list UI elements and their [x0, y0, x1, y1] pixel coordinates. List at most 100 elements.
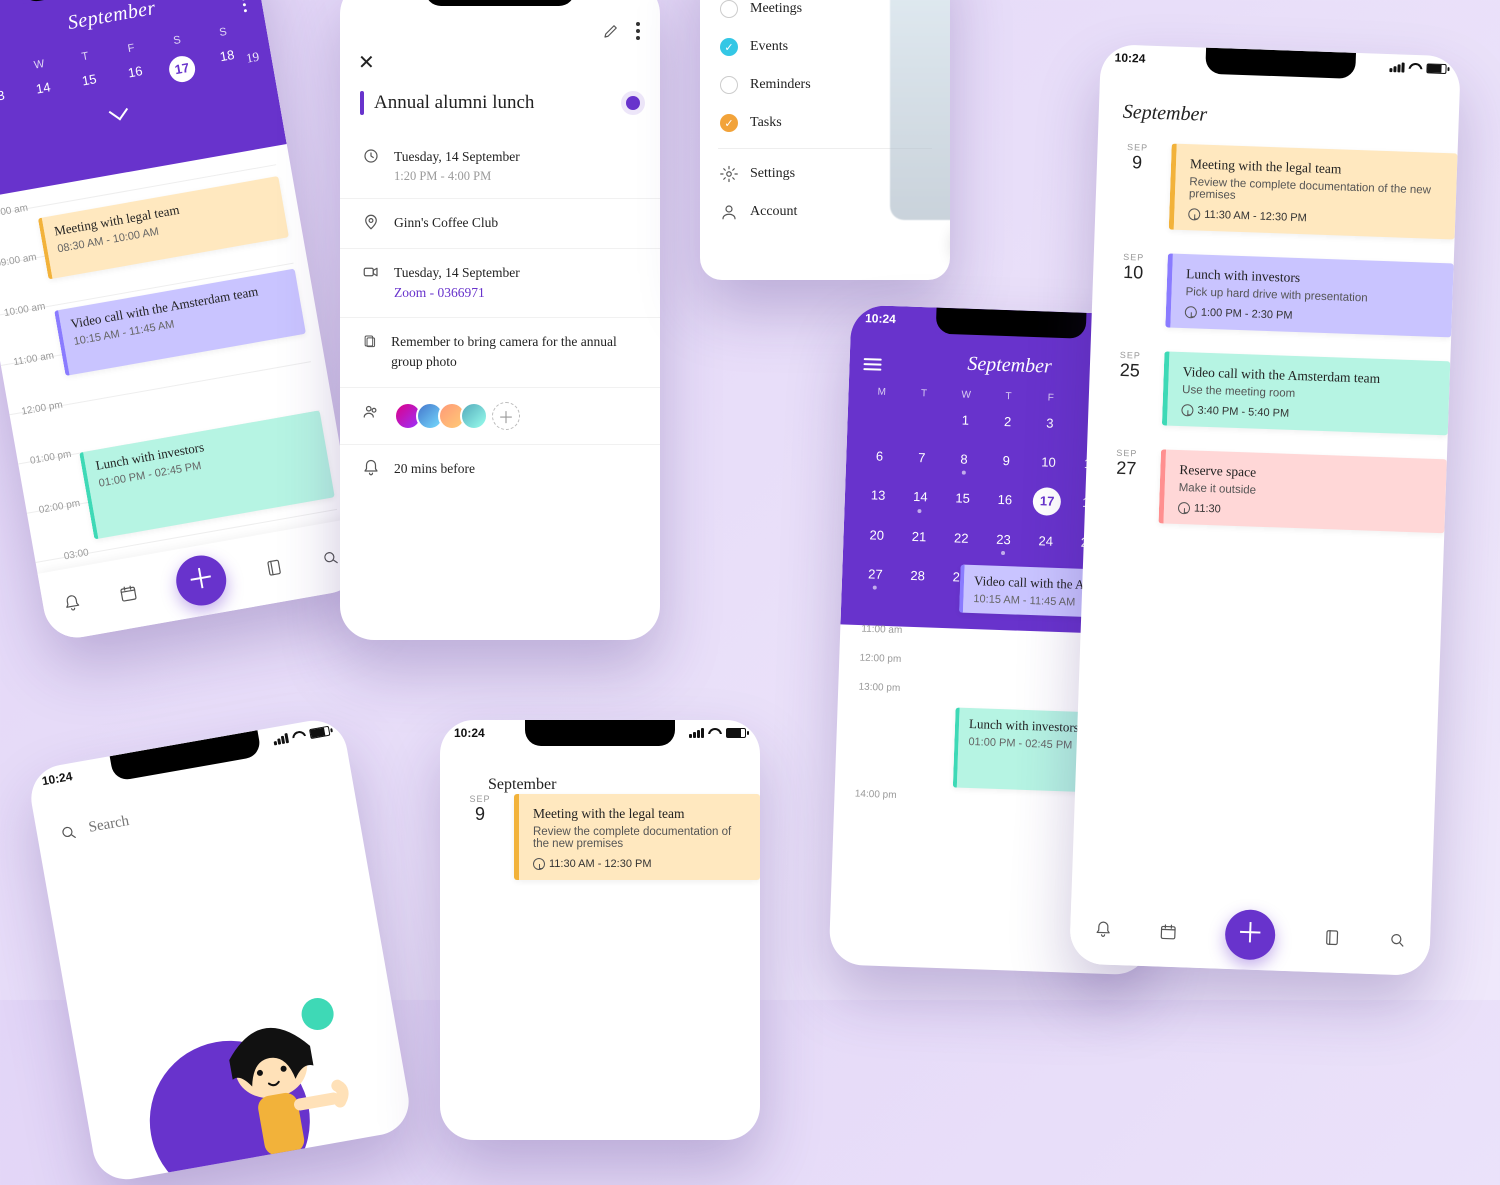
- agenda-date: SEP10: [1113, 252, 1152, 327]
- battery-icon: [309, 726, 330, 739]
- calendar-day[interactable]: 17: [1033, 487, 1062, 516]
- calendar-day[interactable]: 15: [941, 478, 985, 519]
- wifi-icon: [708, 728, 722, 738]
- empty-state-illustration: [66, 942, 414, 1185]
- reminder-row[interactable]: 20 mins before: [340, 445, 660, 493]
- avatar[interactable]: [460, 402, 488, 430]
- day-view-screen: 10:24 September TWT FSS 131415 161718 19…: [0, 0, 365, 643]
- notes-icon[interactable]: [1322, 928, 1341, 947]
- agenda-item[interactable]: SEP9 Meeting with the legal team Review …: [462, 794, 760, 880]
- clock-icon: [362, 147, 380, 165]
- add-button[interactable]: ＋: [172, 552, 230, 610]
- menu-button[interactable]: [863, 355, 882, 374]
- event-detail-screen: 10:24 ✕ Annual alumni lunch Tuesday, 14 …: [340, 0, 660, 640]
- agenda-item[interactable]: SEP27 Reserve spaceMake it outside11:30: [1107, 448, 1447, 534]
- gear-icon: [720, 165, 738, 183]
- event-block[interactable]: Meeting with legal team 08:30 AM - 10:00…: [38, 176, 289, 279]
- location-row[interactable]: Ginn's Coffee Club: [340, 199, 660, 248]
- video-icon: [362, 263, 380, 281]
- calendar-day[interactable]: 21: [897, 516, 941, 556]
- people-icon: [362, 402, 380, 420]
- calendar-day[interactable]: 1: [944, 400, 988, 440]
- pin-icon: [362, 213, 380, 231]
- chevron-down-icon[interactable]: [109, 101, 128, 120]
- calendar-day[interactable]: 14: [899, 476, 943, 517]
- checkbox-icon: ✓: [720, 114, 738, 132]
- calendar-icon[interactable]: [1159, 923, 1178, 942]
- bell-icon[interactable]: [62, 593, 83, 614]
- month-label: September: [1122, 101, 1459, 136]
- overflow-button[interactable]: [242, 0, 248, 12]
- agenda-date: SEP27: [1107, 448, 1146, 523]
- attendees-row[interactable]: ＋: [340, 388, 660, 445]
- wifi-icon: [1408, 63, 1422, 73]
- close-button[interactable]: ✕: [358, 50, 660, 75]
- search-icon: [58, 822, 79, 843]
- calendar-day[interactable]: [901, 398, 945, 438]
- agenda-card[interactable]: Video call with the Amsterdam teamUse th…: [1162, 351, 1450, 435]
- bell-icon[interactable]: [1094, 920, 1113, 939]
- checkbox-icon: [720, 0, 738, 18]
- calendar-day[interactable]: 7: [900, 437, 944, 477]
- bell-icon: [362, 459, 380, 477]
- event-block[interactable]: Video call with the Amsterdam team 10:15…: [54, 269, 306, 376]
- calendar-day[interactable]: 20: [855, 515, 899, 555]
- signal-icon: [1389, 62, 1404, 73]
- battery-icon: [1426, 63, 1446, 74]
- agenda-item[interactable]: SEP10 Lunch with investorsPick up hard dr…: [1113, 252, 1453, 338]
- calendar-day[interactable]: 9: [984, 440, 1028, 480]
- agenda-screen: 10:24 September SEP9Meeting with the leg…: [1069, 44, 1461, 976]
- zoom-link[interactable]: Zoom - 0366971: [394, 283, 520, 303]
- agenda-item[interactable]: SEP9 Meeting with the legal teamReview th…: [1117, 142, 1458, 240]
- agenda-date: SEP25: [1110, 350, 1149, 425]
- calendar-day[interactable]: 16: [983, 479, 1027, 520]
- clock-icon: [533, 858, 545, 870]
- note-row[interactable]: Remember to bring camera for the annual …: [340, 318, 660, 388]
- agenda-card[interactable]: Lunch with investorsPick up hard drive w…: [1165, 253, 1453, 337]
- user-icon: [720, 203, 738, 221]
- edit-icon[interactable]: [602, 22, 620, 40]
- overflow-button[interactable]: [636, 22, 640, 40]
- calendar-day[interactable]: 13: [856, 475, 900, 516]
- clock-icon: [1185, 306, 1197, 318]
- agenda-item[interactable]: SEP25 Video call with the Amsterdam teamU…: [1110, 350, 1450, 436]
- search-icon[interactable]: [320, 547, 341, 568]
- add-button[interactable]: ＋: [1224, 909, 1276, 961]
- calendar-day[interactable]: 10: [1027, 442, 1071, 482]
- agenda-screen-2: 10:24 September SEP9 Meeting with the le…: [440, 720, 760, 1140]
- month-label: September: [0, 0, 242, 50]
- category-color-picker[interactable]: [626, 96, 640, 110]
- search-input[interactable]: [85, 785, 285, 838]
- video-row[interactable]: Tuesday, 14 September Zoom - 0366971: [340, 249, 660, 319]
- day-timeline[interactable]: 08:00 am 09:00 am 10:00 am 11:00 am 12:0…: [0, 144, 353, 574]
- agenda-card[interactable]: Meeting with the legal teamReview the co…: [1169, 144, 1458, 240]
- background-preview: [890, 0, 950, 220]
- agenda-card[interactable]: Reserve spaceMake it outside11:30: [1158, 449, 1446, 533]
- notes-icon[interactable]: [263, 557, 284, 578]
- add-attendee-button[interactable]: ＋: [492, 402, 520, 430]
- agenda-date: SEP9: [1117, 142, 1156, 229]
- checkbox-icon: [720, 76, 738, 94]
- calendar-day[interactable]: [859, 397, 903, 437]
- status-bar: 10:24: [454, 726, 746, 740]
- calendar-day[interactable]: 23: [982, 519, 1026, 559]
- clock-icon: [1178, 502, 1190, 514]
- calendar-day[interactable]: 2: [986, 401, 1030, 441]
- event-block[interactable]: Lunch with investors 01:00 PM - 02:45 PM: [79, 410, 335, 539]
- checkbox-icon: ✓: [720, 38, 738, 56]
- signal-icon: [689, 728, 704, 738]
- note-icon: [362, 332, 377, 350]
- datetime-row[interactable]: Tuesday, 14 September 1:20 PM - 4:00 PM: [340, 133, 660, 199]
- calendar-day[interactable]: 6: [858, 436, 902, 476]
- calendar-day[interactable]: 3: [1028, 403, 1072, 443]
- calendar-day[interactable]: 22: [939, 518, 983, 558]
- clock-icon: [1181, 404, 1193, 416]
- calendar-day[interactable]: 24: [1024, 521, 1068, 561]
- calendar-icon[interactable]: [118, 583, 139, 604]
- agenda-card[interactable]: Meeting with the legal team Review the c…: [514, 794, 760, 880]
- event-title: Annual alumni lunch: [374, 92, 534, 114]
- agenda-date: SEP9: [462, 794, 498, 880]
- calendar-day[interactable]: 8: [942, 439, 986, 479]
- battery-icon: [726, 728, 746, 738]
- search-icon[interactable]: [1388, 931, 1407, 950]
